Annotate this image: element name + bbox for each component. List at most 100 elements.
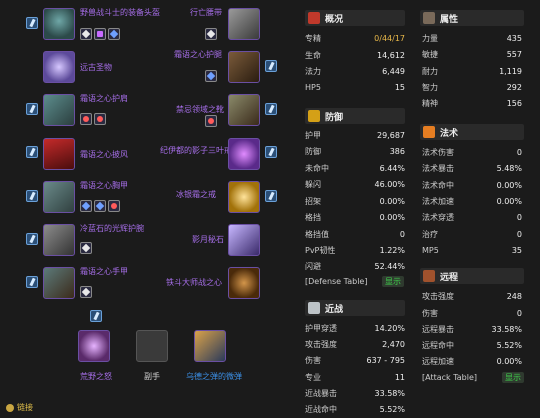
cloak-slot-icon[interactable] [43,138,75,170]
item-name-wrist[interactable]: 冷蓝石的光辉护腕 [80,224,144,234]
attributes-header: 属性 [420,10,524,26]
share-link[interactable]: 链接 [6,402,33,413]
item-name-ranged[interactable]: 乌德之弹的微弹 [186,372,242,382]
ring2-slot-icon[interactable] [228,181,260,213]
stat-row: 未命中 6.44% [305,164,405,173]
enchant-icon[interactable] [90,310,102,322]
offhand-slot-icon[interactable] [136,330,168,362]
gem-sockets [80,242,92,254]
hands-slot-icon[interactable] [43,267,75,299]
mainhand-slot-icon[interactable] [78,330,110,362]
stat-row: 专业 11 [305,373,405,382]
defense-table-label: [Defense Table] [305,277,368,286]
stat-row: 伤害 0 [422,309,522,318]
overview-header: 概况 [305,10,405,26]
stat-row: 法术暴击 5.48% [422,164,522,173]
ranged-slot-icon[interactable] [194,330,226,362]
gem-icon[interactable] [80,286,92,298]
ring1-slot-icon[interactable] [228,138,260,170]
trinket2-slot-icon[interactable] [228,267,260,299]
item-name-trinket2[interactable]: 铁斗大师战之心 [166,278,222,288]
stat-row: 生命 14,612 [305,51,405,60]
attack-table-label: [Attack Table] [422,373,478,382]
gem-sockets [80,286,92,298]
enchant-icon[interactable] [26,276,38,288]
item-name-offhand[interactable]: 副手 [144,372,160,382]
stat-row: 格挡 0.00% [305,213,405,222]
gem-icon[interactable] [80,200,92,212]
wrist-slot-icon[interactable] [43,224,75,256]
gem-icon[interactable] [94,200,106,212]
stat-row: 格挡值 0 [305,230,405,239]
stat-row: 远程加速 0.00% [422,357,522,366]
link-icon [6,403,14,412]
stat-row: 招架 0.00% [305,197,405,206]
enchant-icon[interactable] [26,146,38,158]
stat-row: MP5 35 [422,246,522,255]
gem-icon[interactable] [94,28,106,40]
stat-row: 防御 386 [305,147,405,156]
stat-row: 躲闪 46.00% [305,180,405,189]
item-name-shoulder[interactable]: 霜语之心护肩 [80,94,128,104]
stat-row: 法术穿透 0 [422,213,522,222]
bow-icon [423,270,435,282]
item-name-ring1[interactable]: 纪伊都的影子三叶戒 [160,146,232,156]
attack-table-show-button[interactable]: 显示 [502,372,524,383]
stat-row: 远程命中 5.52% [422,341,522,350]
item-name-ring2[interactable]: 冰银霜之戒 [176,190,216,200]
stat-row: 敏捷 557 [422,50,522,59]
item-name-chest[interactable]: 霜语之心胸甲 [80,181,128,191]
gem-icon[interactable] [205,115,217,127]
enchant-icon[interactable] [265,146,277,158]
chest-slot-icon[interactable] [43,181,75,213]
gem-icon[interactable] [94,113,106,125]
item-name-head[interactable]: 野兽战斗士的装备头盔 [80,8,160,18]
gem-icon[interactable] [205,70,217,82]
stat-row: 护甲 29,687 [305,131,405,140]
melee-header: 近战 [305,300,405,316]
enchant-icon[interactable] [265,190,277,202]
enchant-icon[interactable] [26,17,38,29]
helm-slot-icon[interactable] [43,8,75,40]
neck-slot-icon[interactable] [43,51,75,83]
item-name-hands[interactable]: 霜语之心手甲 [80,267,128,277]
boots-slot-icon[interactable] [228,94,260,126]
stat-row: 近战命中 5.52% [305,405,405,414]
gem-icon[interactable] [205,28,217,40]
gem-icon[interactable] [80,113,92,125]
gem-sockets [80,200,120,212]
item-name-neck[interactable]: 远古圣物 [80,63,112,73]
belt-slot-icon[interactable] [228,8,260,40]
gem-icon[interactable] [108,28,120,40]
overview-icon [308,12,320,24]
gem-icon[interactable] [80,28,92,40]
gem-sockets [80,28,120,40]
item-name-back[interactable]: 霜语之心披风 [80,150,128,160]
item-name-waist[interactable]: 行亡腰带 [190,8,222,18]
spell-header: 法术 [420,124,524,140]
legs-slot-icon[interactable] [228,51,260,83]
enchant-icon[interactable] [26,190,38,202]
item-name-legs[interactable]: 霜语之心护腿 [174,50,222,60]
stat-row: 攻击强度 248 [422,292,522,301]
shoulder-slot-icon[interactable] [43,94,75,126]
trinket1-slot-icon[interactable] [228,224,260,256]
enchant-icon[interactable] [265,60,277,72]
stat-row: PvP韧性 1.22% [305,246,405,255]
item-name-feet[interactable]: 禁忌领域之靴 [176,105,224,115]
enchant-icon[interactable] [26,103,38,115]
enchant-icon[interactable] [26,233,38,245]
stat-row: 闪避 52.44% [305,262,405,271]
item-name-trinket1[interactable]: 影月秘石 [192,235,224,245]
equipment-panel: 野兽战斗士的装备头盔 远古圣物 霜语之心护肩 霜语之心披风 霜语之心胸甲 冷蓝石… [0,0,300,418]
enchant-icon[interactable] [265,103,277,115]
stat-row: 智力 292 [422,83,522,92]
defense-table-show-button[interactable]: 显示 [382,276,404,287]
ranged-header: 远程 [420,268,524,284]
stats-panel: 概况 专精 0/44/17 生命 14,612 法力 6,449 HP5 15 属性 力… [300,0,540,418]
stat-row: 治疗 0 [422,230,522,239]
gem-icon[interactable] [108,200,120,212]
item-name-mainhand[interactable]: 荒野之怒 [80,372,112,382]
gem-icon[interactable] [80,242,92,254]
stat-row: 力量 435 [422,34,522,43]
